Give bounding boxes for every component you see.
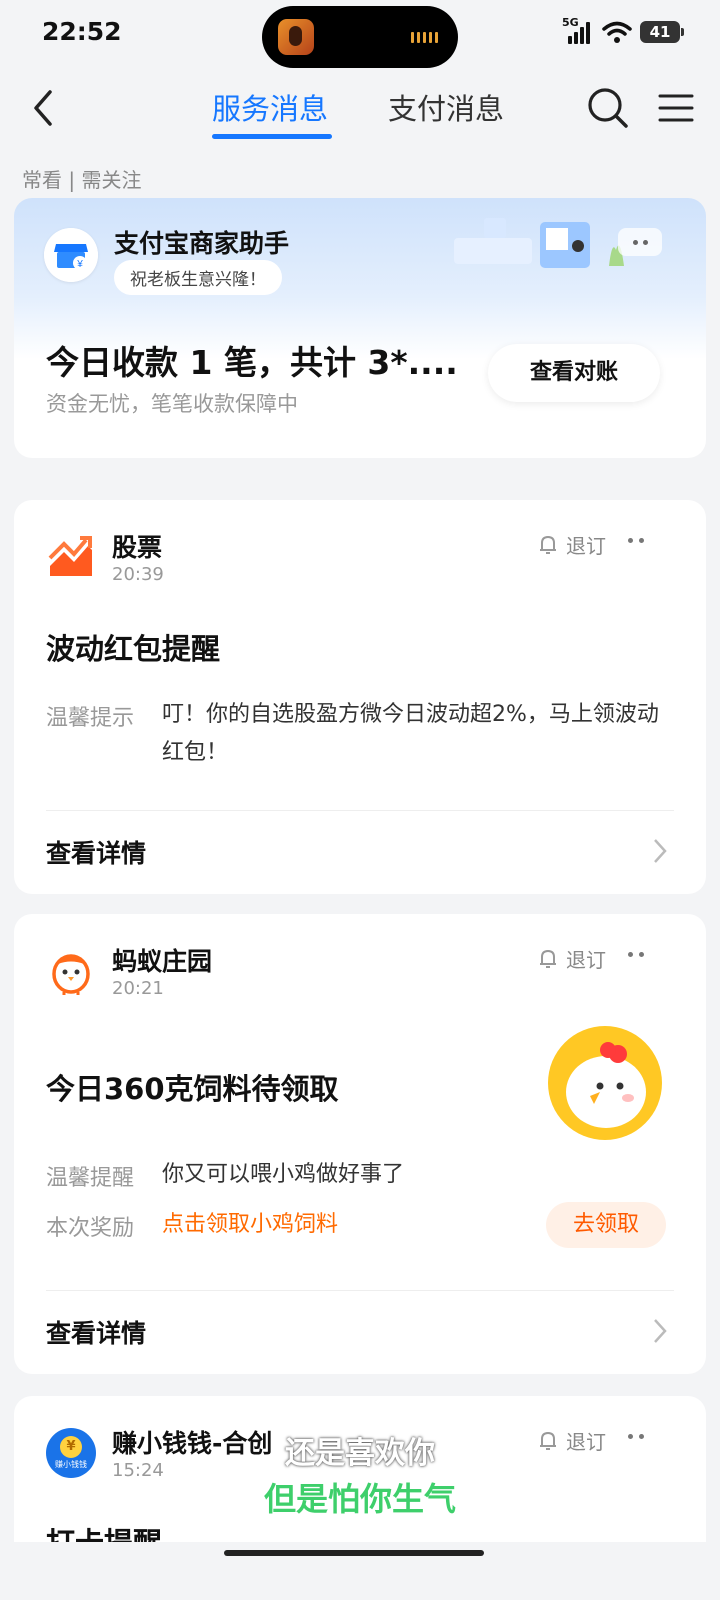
card-more-icon[interactable] [628,952,644,957]
menu-icon[interactable] [656,90,696,126]
merchant-greeting: 祝老板生意兴隆！ [114,260,282,295]
chicken-illustration [548,1026,662,1140]
message-card-ant-farm[interactable]: 蚂蚁庄园 20:21 退订 今日360克饲料待领取 温馨提醒 你又可以喂小鸡做好… [14,914,706,1374]
search-icon[interactable] [586,86,630,130]
view-details-link[interactable]: 查看详情 [46,1314,146,1350]
card-time: 20:39 [112,564,164,585]
card-headline: 波动红包提醒 [46,632,221,666]
wifi-icon [602,21,632,43]
card-sender-name: 蚂蚁庄园 [112,947,213,976]
video-subtitle-line-1: 还是喜欢你 [285,1436,435,1471]
merchant-title: 支付宝商家助手 [114,229,290,258]
chick-icon [52,954,90,995]
status-time: 22:52 [42,17,122,46]
row-value: 你又可以喂小鸡做好事了 [162,1162,405,1187]
now-playing-app-icon [278,19,314,55]
today-income-headline: 今日收款 1 笔，共计 3*.... [46,343,458,382]
divider [46,1290,674,1291]
video-subtitle-line-2: 但是怕你生气 [263,1480,456,1518]
unsubscribe-label: 退订 [566,948,606,972]
claim-button[interactable]: 去领取 [546,1202,666,1248]
bell-icon [540,535,556,554]
tab-payment-messages[interactable]: 支付消息 [388,86,504,128]
row-label: 温馨提醒 [46,1166,135,1191]
card-time: 20:21 [112,978,164,999]
audio-wave-icon [411,32,438,43]
battery-icon: 41 [640,21,684,43]
card-headline: 今日360克饲料待领取 [46,1072,339,1106]
card-headline: 打卡提醒 [46,1520,162,1542]
home-indicator[interactable] [224,1550,484,1556]
merchant-more-icon[interactable] [618,228,662,256]
bell-icon [540,949,556,968]
unsubscribe-label: 退订 [566,534,606,558]
svg-text:¥: ¥ [76,259,83,270]
merchant-assistant-card[interactable]: ¥ 支付宝商家助手 祝老板生意兴隆！ 今日收款 1 笔，共计 3*.... 资金… [14,198,706,458]
stock-trend-icon [48,536,92,576]
dynamic-island[interactable] [262,6,458,68]
income-subtext: 资金无忧，笔笔收款保障中 [46,392,298,416]
tab-service-messages[interactable]: 服务消息 [212,86,328,128]
chevron-right-icon [654,839,667,863]
status-icons: 5G 41 [562,16,684,46]
row-value: 叮！你的自选股盈方微今日波动超2%，马上领波动红包！ [162,702,659,765]
network-type: 5G [562,16,579,29]
view-reconciliation-button[interactable]: 查看对账 [488,344,660,402]
back-icon[interactable] [26,86,66,130]
cellular-signal-icon: 5G [562,16,594,46]
unsubscribe-button[interactable]: 退订 [538,530,606,559]
row-label: 温馨提示 [46,706,135,731]
divider [46,810,674,811]
card-sender-name: 股票 [112,533,163,562]
chevron-right-icon [654,1319,667,1343]
card-more-icon[interactable] [628,538,644,543]
row-label: 本次奖励 [46,1216,135,1241]
merchant-store-icon: ¥ [44,228,98,282]
top-navigation: 服务消息 支付消息 [0,72,720,152]
active-tab-indicator [212,134,332,139]
view-details-link[interactable]: 查看详情 [46,834,146,870]
status-bar: 22:52 5G 41 [0,0,720,70]
filter-label[interactable]: 常看 | 需关注 [22,164,141,193]
unsubscribe-button[interactable]: 退订 [538,944,606,973]
message-card-stock[interactable]: 股票 20:39 退订 波动红包提醒 温馨提示 叮！你的自选股盈方微今日波动超2… [14,500,706,894]
